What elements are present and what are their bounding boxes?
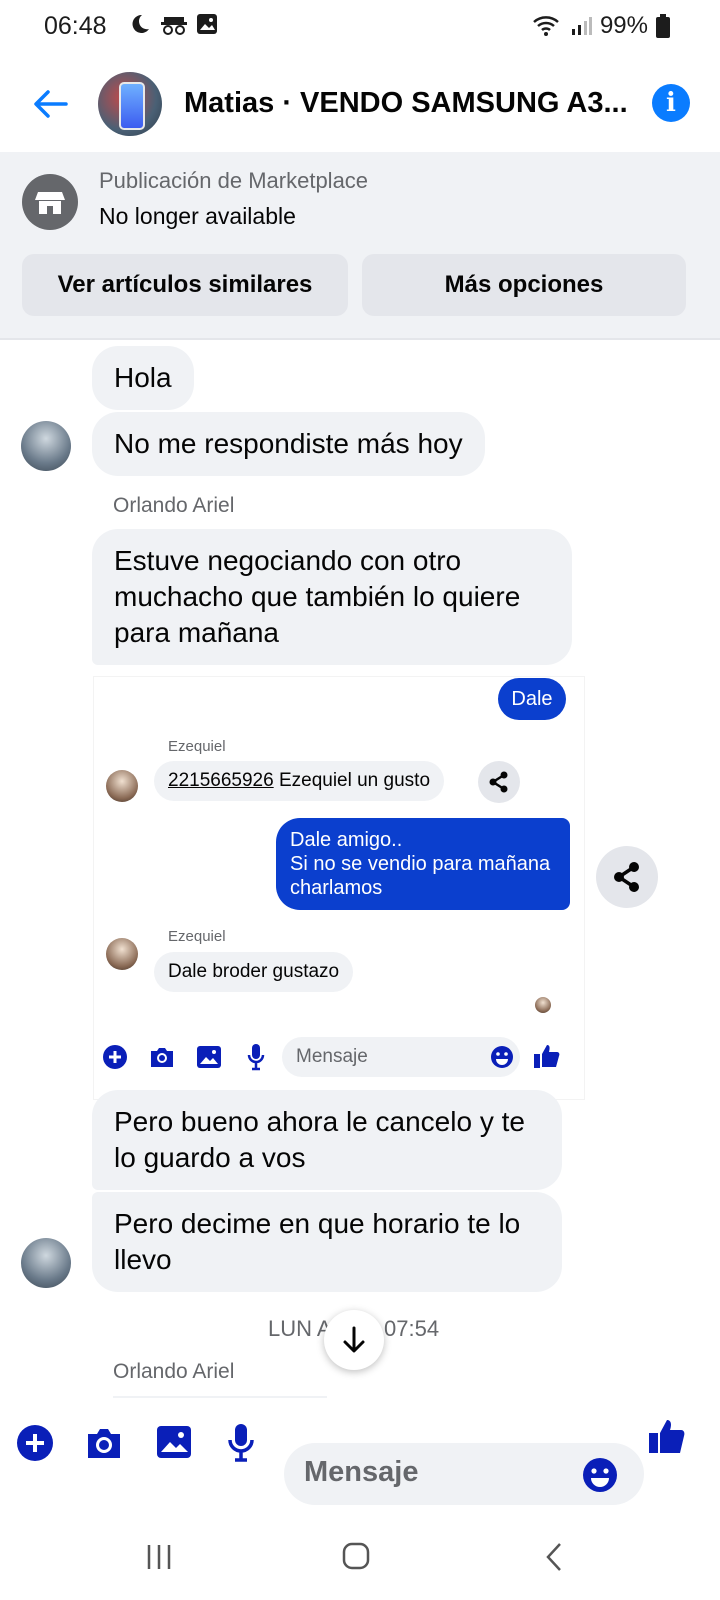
incognito-icon [161, 17, 187, 35]
like-icon[interactable] [646, 1416, 686, 1456]
message-bubble[interactable]: Pero bueno ahora le cancelo y te lo guar… [92, 1090, 562, 1190]
plus-icon[interactable] [16, 1424, 54, 1462]
home-icon[interactable] [340, 1540, 372, 1572]
more-options-button[interactable]: Más opciones [362, 254, 686, 316]
status-right: 99% [532, 12, 670, 40]
message-line: Pero bueno ahora le cancelo y te [114, 1106, 525, 1137]
sender-avatar[interactable] [21, 421, 71, 471]
embed-camera-icon [151, 1048, 173, 1067]
conversation-title[interactable]: Matias · VENDO SAMSUNG A3... [184, 87, 628, 120]
sender-avatar[interactable] [21, 1238, 71, 1288]
back-arrow-icon[interactable] [30, 84, 70, 124]
scroll-down-button[interactable] [324, 1310, 384, 1370]
battery-percent: 99% [599, 12, 648, 39]
message-placeholder: Mensaje [304, 1456, 419, 1488]
moon-icon [132, 14, 149, 33]
arrow-down-icon [343, 1326, 365, 1353]
phone-link: 2215665926 [168, 770, 274, 791]
embed-avatar [106, 938, 138, 970]
status-time: 06:48 [44, 12, 107, 40]
embed-sender-name: Ezequiel [168, 928, 226, 945]
camera-icon[interactable] [84, 1425, 124, 1461]
embed-share-icon [478, 761, 520, 803]
embed-plus-icon [103, 1045, 127, 1069]
message-bubble[interactable]: Estuve negociando con otro muchacho que … [92, 529, 572, 665]
embed-mic-icon [247, 1044, 265, 1071]
gallery-icon [197, 14, 217, 34]
share-icon[interactable] [596, 846, 658, 908]
seen-avatar [535, 997, 551, 1013]
gallery-icon[interactable] [155, 1424, 193, 1460]
embed-incoming-message: 2215665926 Ezequiel un gusto [154, 761, 445, 801]
embed-avatar [106, 770, 138, 802]
marketplace-label: Publicación de Marketplace [99, 168, 369, 193]
embed-text: Ezequiel un gusto [273, 770, 431, 791]
message-bubble[interactable]: Pero decime en que horario te lo llevo [92, 1192, 562, 1292]
message-line: lo guardo a vos [114, 1142, 306, 1173]
timestamp: 07:54 [384, 1316, 440, 1341]
embed-outgoing-message: Dale [498, 678, 566, 720]
back-nav-icon[interactable] [540, 1540, 570, 1574]
sender-name: Orlando Ariel [113, 494, 235, 517]
embed-outgoing-message: Dale amigo.. Si no se vendio para mañana… [276, 818, 570, 910]
timestamp: LUN A [268, 1316, 332, 1341]
sender-name: Orlando Ariel [113, 1360, 235, 1383]
embed-emoji-icon [491, 1046, 513, 1068]
similar-items-button[interactable]: Ver artículos similares [22, 254, 348, 316]
embed-like-icon [534, 1045, 560, 1068]
embed-text: charlamos [290, 877, 383, 899]
avatar[interactable] [98, 72, 162, 136]
recent-apps-icon[interactable] [144, 1542, 174, 1572]
message-line: para mañana [114, 617, 280, 648]
signal-icon [571, 17, 592, 35]
mic-icon[interactable] [226, 1422, 256, 1464]
battery-icon [656, 14, 670, 38]
embed-text: Dale amigo.. [290, 829, 403, 851]
info-icon[interactable]: i [652, 84, 690, 122]
message-line: llevo [114, 1244, 172, 1275]
embed-text: Si no se vendio para mañana [290, 853, 551, 875]
message-line: muchacho que también lo quiere [114, 581, 521, 612]
embed-composer-placeholder: Mensaje [296, 1046, 368, 1067]
message-bubble[interactable]: Hola [92, 346, 194, 410]
shop-icon [22, 174, 78, 230]
embed-gallery-icon [197, 1046, 221, 1068]
status-icons [128, 12, 218, 36]
message-line: Estuve negociando con otro [114, 545, 462, 576]
listing-status: No longer available [99, 203, 296, 229]
emoji-icon[interactable] [582, 1457, 618, 1493]
partial-bubble [113, 1396, 327, 1398]
embed-sender-name: Ezequiel [168, 738, 226, 755]
embed-incoming-message: Dale broder gustazo [154, 952, 354, 992]
wifi-icon [533, 16, 559, 36]
message-line: Pero decime en que horario te lo [114, 1208, 521, 1239]
message-bubble[interactable]: No me respondiste más hoy [92, 412, 485, 476]
